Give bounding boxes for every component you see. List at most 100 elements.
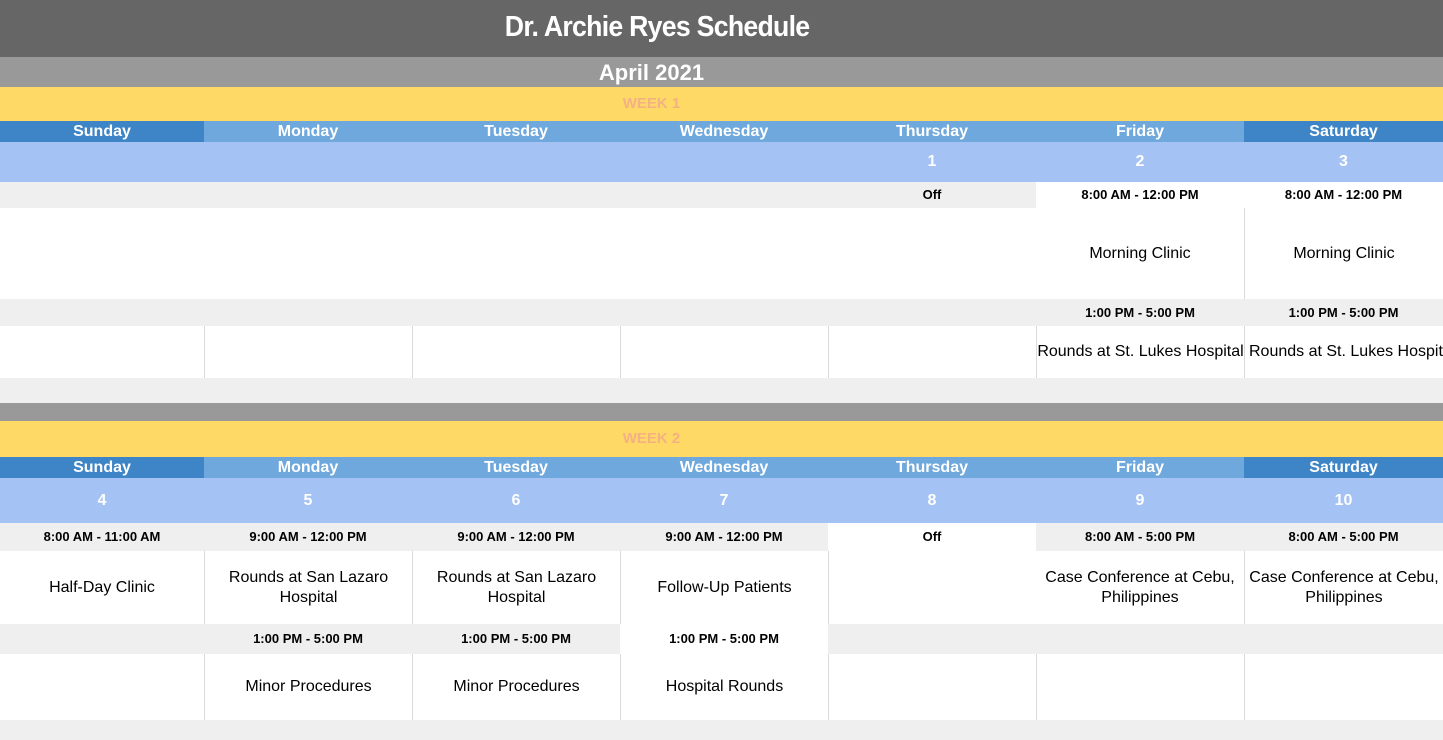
date-cell[interactable]: 3 [1244, 142, 1443, 182]
event-cell[interactable] [620, 208, 828, 299]
event-cell[interactable] [828, 208, 1036, 299]
title-bar: Dr. Archie Ryes Schedule [0, 0, 1443, 57]
event-cell[interactable]: Minor Procedures [204, 654, 412, 720]
time-cell[interactable] [1036, 624, 1244, 654]
event-cell[interactable] [204, 208, 412, 299]
date-cell[interactable]: 5 [204, 478, 412, 523]
day-name-row: Sunday Monday Tuesday Wednesday Thursday… [0, 457, 1443, 478]
month-header[interactable]: April 2021 [0, 57, 1443, 87]
date-cell[interactable] [620, 142, 828, 182]
time-cell[interactable]: 8:00 AM - 11:00 AM [0, 523, 204, 551]
day-name-cell[interactable]: Wednesday [620, 457, 828, 478]
day-name-cell[interactable]: Monday [204, 121, 412, 142]
day-name-cell[interactable]: Saturday [1244, 457, 1443, 478]
am-time-row: 8:00 AM - 11:00 AM 9:00 AM - 12:00 PM 9:… [0, 523, 1443, 551]
date-cell[interactable] [204, 142, 412, 182]
time-cell[interactable] [1244, 624, 1443, 654]
date-cell[interactable]: 4 [0, 478, 204, 523]
event-cell[interactable] [620, 326, 828, 378]
time-cell[interactable]: 1:00 PM - 5:00 PM [204, 624, 412, 654]
day-name-cell[interactable]: Wednesday [620, 121, 828, 142]
event-cell[interactable]: Half-Day Clinic [0, 551, 204, 624]
pm-event-row: Minor Procedures Minor Procedures Hospit… [0, 654, 1443, 720]
day-name-cell[interactable]: Saturday [1244, 121, 1443, 142]
date-cell[interactable]: 6 [412, 478, 620, 523]
event-cell[interactable]: Case Conference at Cebu, Philippines [1036, 551, 1244, 624]
time-cell[interactable] [620, 182, 828, 208]
event-cell[interactable]: Minor Procedures [412, 654, 620, 720]
week-label[interactable]: WEEK 1 [0, 87, 1443, 121]
time-cell[interactable]: 9:00 AM - 12:00 PM [204, 523, 412, 551]
time-cell[interactable]: 1:00 PM - 5:00 PM [620, 624, 828, 654]
event-cell[interactable]: Rounds at San Lazaro Hospital [204, 551, 412, 624]
date-cell[interactable]: 1 [828, 142, 1036, 182]
time-cell[interactable] [0, 182, 204, 208]
time-cell[interactable] [620, 299, 828, 326]
time-cell[interactable]: 8:00 AM - 5:00 PM [1036, 523, 1244, 551]
date-cell[interactable] [412, 142, 620, 182]
time-cell[interactable] [0, 299, 204, 326]
time-cell[interactable] [204, 182, 412, 208]
event-cell[interactable]: Rounds at St. Lukes Hospital [1244, 326, 1443, 378]
time-cell[interactable]: 8:00 AM - 12:00 PM [1036, 182, 1244, 208]
time-cell[interactable] [204, 299, 412, 326]
event-cell[interactable]: Follow-Up Patients [620, 551, 828, 624]
event-cell[interactable] [204, 326, 412, 378]
event-cell[interactable]: Rounds at St. Lukes Hospital [1036, 326, 1244, 378]
event-cell[interactable] [0, 208, 204, 299]
day-name-cell[interactable]: Tuesday [412, 121, 620, 142]
event-cell[interactable] [412, 326, 620, 378]
event-cell[interactable] [0, 326, 204, 378]
day-name-cell[interactable]: Friday [1036, 457, 1244, 478]
event-cell[interactable] [828, 551, 1036, 624]
day-name-cell[interactable]: Monday [204, 457, 412, 478]
day-name-cell[interactable]: Thursday [828, 121, 1036, 142]
event-cell[interactable] [1244, 654, 1443, 720]
event-cell[interactable]: Hospital Rounds [620, 654, 828, 720]
week-label[interactable]: WEEK 2 [0, 421, 1443, 457]
time-cell[interactable] [412, 182, 620, 208]
day-name-cell[interactable]: Thursday [828, 457, 1036, 478]
time-cell[interactable]: 8:00 AM - 5:00 PM [1244, 523, 1443, 551]
date-cell[interactable] [0, 142, 204, 182]
time-cell[interactable]: 8:00 AM - 12:00 PM [1244, 182, 1443, 208]
time-cell[interactable]: Off [828, 523, 1036, 551]
event-cell[interactable]: Morning Clinic [1244, 208, 1443, 299]
time-cell[interactable] [412, 299, 620, 326]
date-row: 4 5 6 7 8 9 10 [0, 478, 1443, 523]
time-cell[interactable]: 9:00 AM - 12:00 PM [620, 523, 828, 551]
time-cell[interactable]: 1:00 PM - 5:00 PM [412, 624, 620, 654]
time-cell[interactable] [828, 624, 1036, 654]
week-block-1: WEEK 1 Sunday Monday Tuesday Wednesday T… [0, 87, 1443, 403]
day-name-cell[interactable]: Sunday [0, 457, 204, 478]
event-cell[interactable] [0, 654, 204, 720]
page-title[interactable]: Dr. Archie Ryes Schedule [57, 0, 1386, 57]
date-cell[interactable]: 8 [828, 478, 1036, 523]
date-cell[interactable]: 7 [620, 478, 828, 523]
date-cell[interactable]: 9 [1036, 478, 1244, 523]
date-cell[interactable]: 10 [1244, 478, 1443, 523]
day-name-cell[interactable]: Tuesday [412, 457, 620, 478]
pm-event-row: Rounds at St. Lukes Hospital Rounds at S… [0, 326, 1443, 378]
time-cell[interactable]: Off [828, 182, 1036, 208]
time-cell[interactable] [828, 299, 1036, 326]
event-cell[interactable]: Morning Clinic [1036, 208, 1244, 299]
time-cell[interactable]: 1:00 PM - 5:00 PM [1244, 299, 1443, 326]
day-name-cell[interactable]: Sunday [0, 121, 204, 142]
date-cell[interactable]: 2 [1036, 142, 1244, 182]
date-row: 1 2 3 [0, 142, 1443, 182]
time-cell[interactable] [0, 624, 204, 654]
day-name-cell[interactable]: Friday [1036, 121, 1244, 142]
time-cell[interactable]: 1:00 PM - 5:00 PM [1036, 299, 1244, 326]
event-cell[interactable] [1036, 654, 1244, 720]
am-time-row: Off 8:00 AM - 12:00 PM 8:00 AM - 12:00 P… [0, 182, 1443, 208]
event-cell[interactable] [412, 208, 620, 299]
week-spacer [0, 720, 1443, 740]
event-cell[interactable] [828, 654, 1036, 720]
event-cell[interactable]: Case Conference at Cebu, Philippines [1244, 551, 1443, 624]
am-event-row: Half-Day Clinic Rounds at San Lazaro Hos… [0, 551, 1443, 624]
week-block-2: WEEK 2 Sunday Monday Tuesday Wednesday T… [0, 421, 1443, 740]
time-cell[interactable]: 9:00 AM - 12:00 PM [412, 523, 620, 551]
event-cell[interactable]: Rounds at San Lazaro Hospital [412, 551, 620, 624]
event-cell[interactable] [828, 326, 1036, 378]
